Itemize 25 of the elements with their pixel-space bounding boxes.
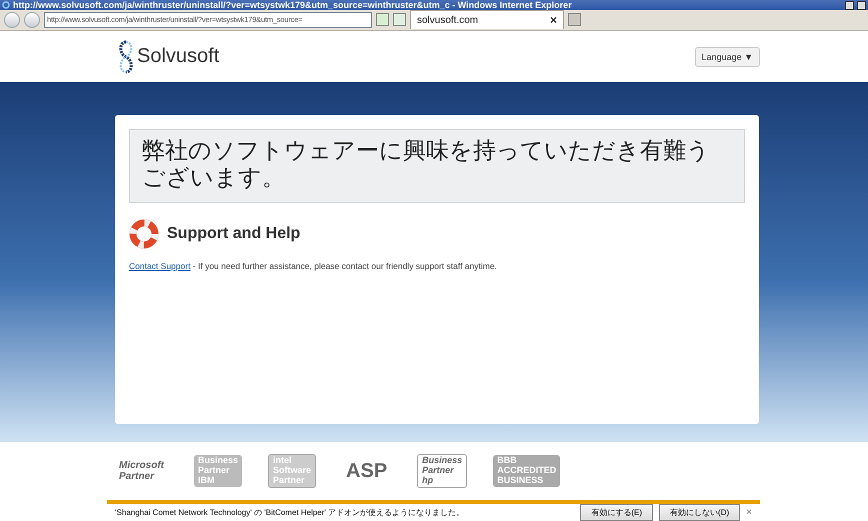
partner-logo: Microsoft Partner — [118, 459, 166, 484]
support-text: Contact Support - If you need further assistance, please contact our friendly support staff anytime. — [129, 261, 498, 272]
partner-logo: ASP — [345, 459, 388, 484]
lifebuoy-icon — [129, 219, 159, 250]
new-tab-button[interactable] — [568, 13, 581, 26]
minimize-button[interactable] — [845, 0, 854, 10]
browser-tab[interactable]: solvusoft.com × — [410, 10, 564, 30]
partner-logo: Business Partner hp — [417, 454, 468, 488]
back-button[interactable] — [4, 12, 20, 28]
contact-support-link[interactable]: Contact Support — [129, 261, 190, 272]
partner-logo: Business Partner IBM — [194, 455, 242, 488]
language-button[interactable]: Language ▼ — [694, 46, 760, 66]
forward-button[interactable] — [24, 12, 40, 28]
notification-message: 'Shanghai Comet Network Technology' の 'BitComet Helper' アドオンが使えるようになりました。 — [115, 506, 466, 518]
window-title: http://www.solvusoft.com/ja/winthruster/uninstall/?ver=wtsystwk179&utm_source=winthruster&utm_c - Windows Internet Explorer — [13, 0, 573, 10]
partner-logo: BBB ACCREDITED BUSINESS — [493, 455, 560, 488]
logo-text: Solvusoft — [137, 45, 220, 68]
notification-button[interactable]: 有効にしない(D) — [659, 504, 740, 521]
section-title: Support and Help — [167, 225, 300, 244]
notification-button[interactable]: 有効にする(E) — [580, 504, 654, 521]
page-heading: 弊社のソフトウェアーに興味を持っていただき有難うございます。 — [142, 138, 711, 192]
maximize-button[interactable] — [857, 0, 866, 10]
close-button[interactable]: × — [746, 506, 752, 518]
browser-logo-icon — [2, 1, 10, 9]
logo-icon — [117, 40, 135, 74]
